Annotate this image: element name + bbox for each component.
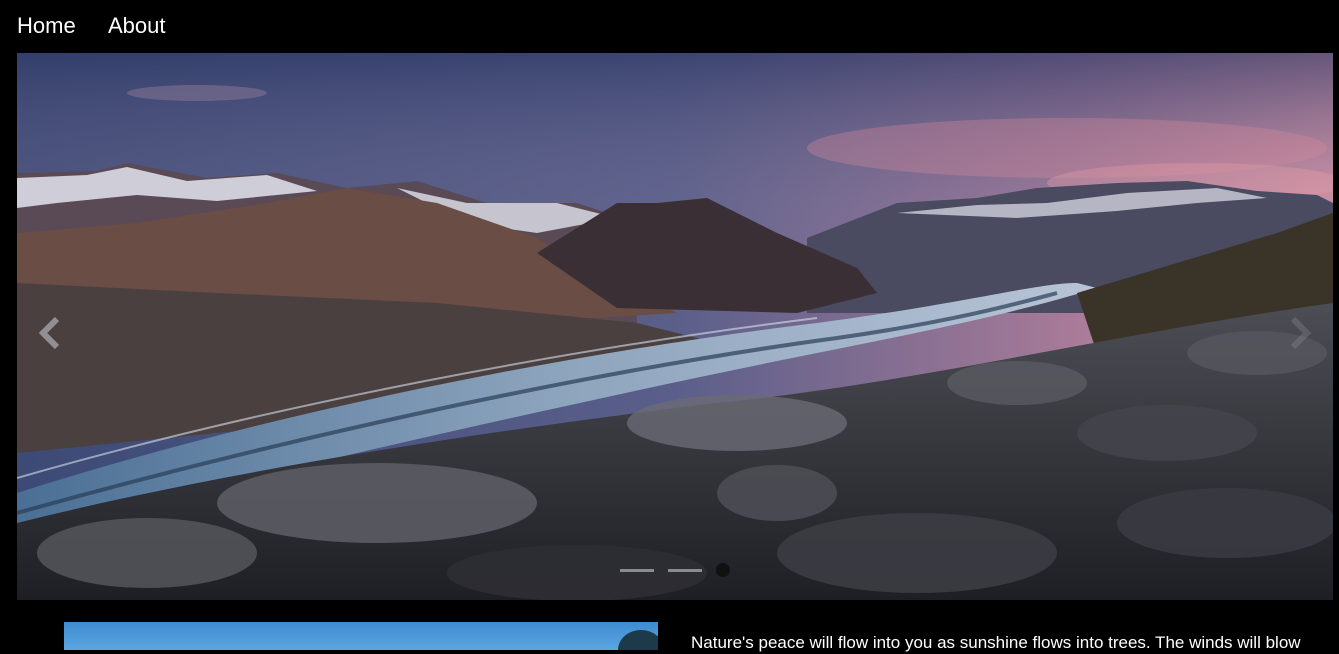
content-image: [64, 622, 658, 650]
content-paragraph: Nature's peace will flow into you as sun…: [691, 633, 1301, 652]
top-navigation: Home About: [0, 0, 1339, 53]
carousel-prev-button[interactable]: [19, 303, 79, 363]
carousel-indicator-3-active[interactable]: [716, 563, 730, 577]
carousel-indicators: [17, 559, 1333, 581]
content-image-hill: [618, 630, 658, 650]
chevron-right-icon: [1290, 316, 1312, 350]
nav-link-about[interactable]: About: [108, 12, 166, 40]
image-carousel[interactable]: [17, 53, 1333, 600]
carousel-next-button[interactable]: [1271, 303, 1331, 363]
carousel-indicator-1[interactable]: [620, 568, 654, 572]
carousel-indicator-2[interactable]: [668, 568, 702, 572]
chevron-left-icon: [38, 316, 60, 350]
nav-link-home[interactable]: Home: [17, 12, 76, 40]
glacier-landscape-image: [17, 53, 1333, 600]
